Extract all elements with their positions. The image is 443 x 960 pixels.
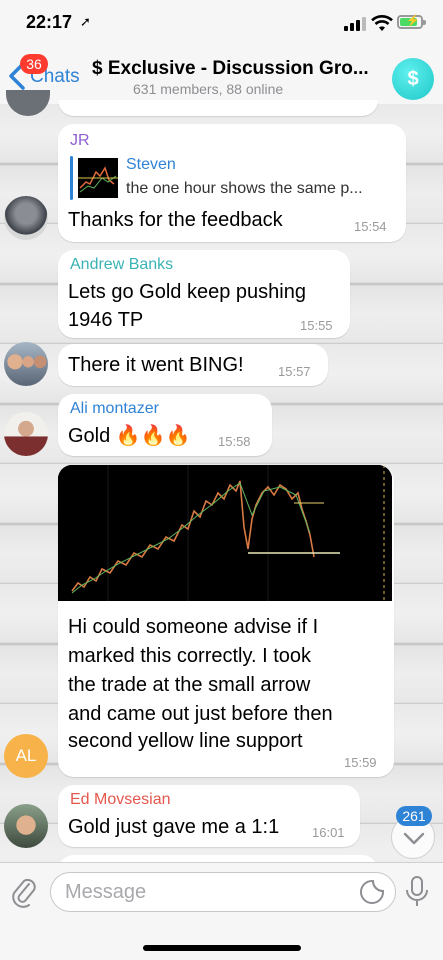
sender-name: Ed Movsesian — [70, 791, 171, 808]
avatar[interactable] — [4, 412, 48, 456]
battery-icon: ⚡ — [397, 15, 426, 29]
message-caption: Hi could someone advise if I marked this… — [58, 601, 394, 777]
trading-chart-image — [58, 465, 392, 601]
avatar[interactable] — [4, 196, 48, 240]
message-time: 15:54 — [354, 219, 387, 234]
wifi-icon — [371, 15, 393, 31]
chart-thumbnail-icon — [78, 166, 118, 193]
microphone-icon[interactable] — [404, 875, 430, 909]
message-time: 15:58 — [218, 434, 251, 449]
message-text-line: second yellow line support — [68, 730, 303, 752]
message-text-line: marked this correctly. I took — [68, 645, 312, 667]
channel-avatar[interactable]: $ — [392, 58, 434, 100]
message-text-line: the trade at the small arrow — [68, 674, 311, 696]
message-text-line: Lets go Gold keep pushing — [68, 281, 306, 303]
chat-title[interactable]: $ Exclusive - Discussion Gro... — [92, 58, 382, 80]
message-bubble[interactable]: Andrew Banks Lets go Gold keep pushing 1… — [58, 250, 350, 338]
unread-messages-badge: 261 — [396, 806, 432, 826]
sender-name: Ali montazer — [70, 400, 159, 417]
message-text: Gold just gave me a 1:1 — [68, 816, 280, 838]
message-text-line: and came out just before then — [68, 703, 333, 725]
message-time: 15:55 — [300, 318, 333, 333]
location-arrow-icon: ➚ — [80, 14, 91, 29]
message-time: 16:01 — [312, 825, 345, 840]
message-text: There it went BING! — [68, 354, 244, 376]
message-bubble[interactable]: Ali montazer Gold 🔥🔥🔥 15:58 — [58, 394, 272, 456]
avatar[interactable] — [4, 804, 48, 848]
attached-chart-image[interactable] — [58, 465, 392, 601]
message-bubble-partial[interactable] — [58, 100, 378, 116]
home-indicator — [143, 945, 301, 951]
reply-preview-text: the one hour shows the same p... — [126, 180, 363, 197]
sender-name: JR — [70, 132, 90, 149]
reply-quote-bar — [70, 156, 73, 200]
reply-thumbnail — [78, 158, 118, 198]
message-bubble[interactable]: JR Steven the one hour shows the same p.… — [58, 124, 406, 242]
avatar-initials[interactable]: AL — [4, 734, 48, 778]
message-bubble[interactable]: Ed Movsesian Gold just gave me a 1:1 16:… — [58, 785, 360, 847]
message-bubble[interactable]: There it went BING! 15:57 — [58, 344, 328, 386]
message-composer — [0, 862, 443, 960]
chat-members-status: 631 members, 88 online — [133, 81, 284, 97]
message-text-line: Hi could someone advise if I — [68, 616, 319, 638]
reply-sender-name: Steven — [126, 156, 176, 173]
status-bar: 22:17 ➚ ⚡ — [0, 0, 443, 48]
sticker-icon[interactable] — [359, 879, 385, 905]
attach-icon[interactable] — [10, 875, 38, 909]
signal-icon — [344, 17, 368, 31]
message-text-line: 1946 TP — [68, 309, 144, 331]
chat-header: Chats 36 $ Exclusive - Discussion Gro...… — [0, 48, 443, 106]
unread-chats-badge: 36 — [20, 54, 48, 74]
message-time: 15:59 — [344, 755, 377, 770]
message-text: Gold 🔥🔥🔥 — [68, 425, 191, 447]
message-input[interactable] — [50, 872, 396, 912]
avatar[interactable] — [4, 342, 48, 386]
status-time: 22:17 — [26, 12, 73, 32]
message-time: 15:57 — [278, 364, 311, 379]
message-text: Thanks for the feedback — [68, 209, 283, 231]
sender-name: Andrew Banks — [70, 256, 174, 273]
